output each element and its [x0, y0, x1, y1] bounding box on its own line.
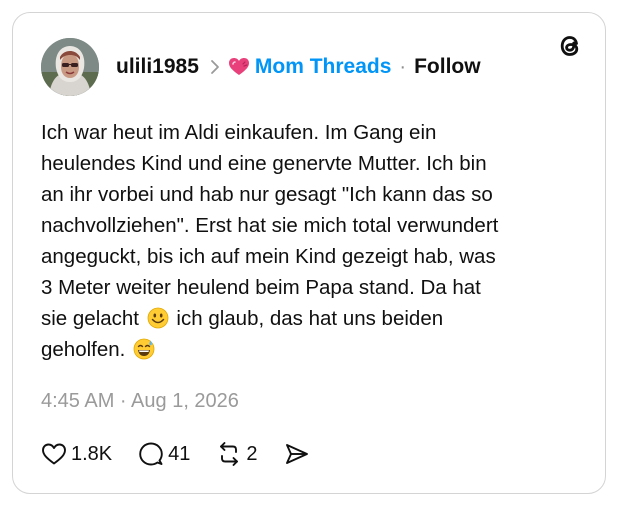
avatar-photo — [41, 38, 99, 96]
like-count: 1.8K — [71, 442, 113, 465]
post-text-line: nachvollziehen". Erst hat sie mich total… — [41, 214, 499, 237]
post-text-fragment: sie gelacht — [41, 307, 140, 330]
heart-icon — [228, 57, 250, 77]
community-link[interactable]: Mom Threads — [228, 55, 392, 79]
action-bar: 1.8K 41 2 — [41, 441, 336, 467]
share-button[interactable] — [284, 442, 310, 466]
heart-outline-icon — [41, 442, 67, 466]
post-text-line: heulendes Kind und eine genervte Mutter.… — [41, 152, 487, 175]
post-text-line: 3 Meter weiter heulend beim Papa stand. … — [41, 276, 481, 299]
smiley-emoji — [147, 307, 169, 329]
speech-bubble-icon — [138, 441, 164, 467]
repost-arrows-icon — [216, 441, 242, 467]
reply-count: 41 — [168, 442, 191, 465]
post-body: Ich war heut im Aldi einkaufen. Im Gang … — [41, 117, 581, 365]
grinning-sweat-emoji — [133, 338, 155, 360]
repost-button[interactable]: 2 — [216, 441, 258, 467]
post-text-fragment: ich glaub, das hat uns beiden — [176, 307, 444, 330]
like-button[interactable]: 1.8K — [41, 442, 112, 466]
threads-logo-icon[interactable] — [555, 31, 585, 61]
post-text-line-with-emoji: geholfen. — [41, 334, 581, 365]
post-text-fragment: geholfen. — [41, 338, 126, 361]
send-icon — [284, 442, 310, 466]
threads-post-card: ulili1985 Mom Threads · Follow Ich war h… — [12, 12, 606, 494]
community-name: Mom Threads — [254, 55, 392, 78]
follow-button[interactable]: Follow — [414, 55, 481, 79]
post-header: ulili1985 Mom Threads · Follow — [116, 53, 481, 81]
author-username[interactable]: ulili1985 — [116, 55, 199, 79]
post-text-line: angeguckt, bis ich auf mein Kind gezeigt… — [41, 245, 496, 268]
post-text-line: an ihr vorbei und hab nur gesagt "Ich ka… — [41, 183, 493, 206]
avatar[interactable] — [41, 38, 99, 96]
post-text-line: Ich war heut im Aldi einkaufen. Im Gang … — [41, 121, 437, 144]
post-text-line-with-emoji: sie gelacht ich glaub, das hat uns beide… — [41, 303, 581, 334]
chevron-right-icon — [210, 59, 220, 75]
repost-count: 2 — [246, 442, 258, 465]
reply-button[interactable]: 41 — [138, 441, 190, 467]
separator-dot: · — [399, 55, 407, 78]
post-timestamp[interactable]: 4:45 AM · Aug 1, 2026 — [41, 390, 239, 413]
